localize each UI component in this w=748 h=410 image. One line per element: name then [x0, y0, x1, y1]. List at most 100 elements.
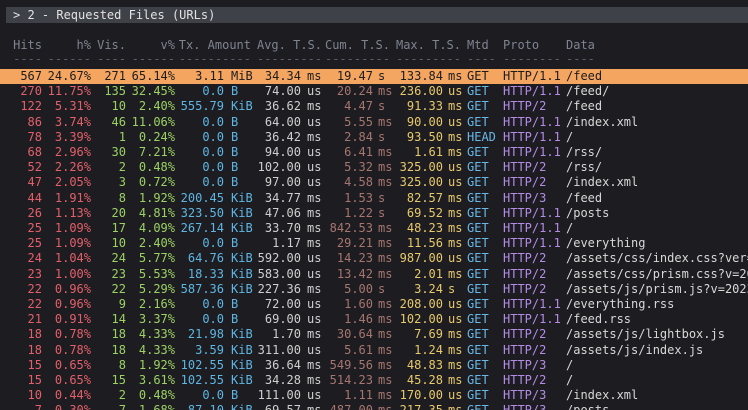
table-row-selected[interactable]: 567 24.67% 271 65.14% 3.11 MiB 34.34 ms 19.47 s 13…: [0, 69, 748, 84]
cell-mtd: GET: [467, 281, 489, 296]
cell-mtd: GET: [467, 388, 489, 403]
cell-hits: 52: [27, 160, 42, 175]
cell-vpct: 4.09%: [138, 221, 175, 235]
cell-cumu: s: [378, 190, 386, 205]
cell-max: 325.00: [399, 175, 443, 190]
column-header[interactable]: Cum. T.S.: [325, 38, 390, 53]
column-header[interactable]: Vis.: [97, 38, 126, 53]
cell-cum: 1.11: [344, 388, 373, 403]
table-row[interactable]: 22 0.96% 22 5.29% 587.36 KiB 227.36 ms 5.00 s 3.24…: [0, 282, 748, 297]
cell-hpct: 0.65%: [54, 373, 91, 387]
column-header[interactable]: Tx. Amount: [179, 38, 251, 53]
panel-title-bar[interactable]: > 2 - Requested Files (URLs): [6, 7, 748, 23]
cell-cumu: ms: [378, 342, 393, 357]
table-row[interactable]: 24 1.04% 24 5.77% 64.76 KiB 592.00 us 14.23 ms 987…: [0, 251, 748, 266]
cell-data: /assets/css/prism.css?v=20: [566, 266, 748, 281]
cell-max: 11.56: [406, 236, 443, 251]
cell-txu: B: [231, 129, 239, 144]
cell-vpct: 32.45%: [131, 84, 175, 99]
cell-mtd: GET: [467, 266, 489, 281]
cell-max: 102.00: [399, 312, 443, 327]
table-row[interactable]: 86 3.74% 46 11.06% 0.0 B 64.00 us 5.55 ms 90.00 us G…: [0, 115, 748, 130]
cell-cum: 20.24: [336, 84, 373, 99]
table-row[interactable]: 52 2.26% 2 0.48% 0.0 B 102.00 us 5.32 ms 325.00 us G…: [0, 160, 748, 175]
cell-data: /rss/: [566, 160, 603, 175]
cell-data: /feed: [566, 99, 603, 114]
cell-vis: 22: [111, 281, 126, 296]
cell-max: 45.28: [406, 373, 443, 387]
cell-hits: 10: [27, 388, 42, 403]
cell-proto: HTTP/3: [503, 357, 547, 372]
cell-txu: KiB: [231, 342, 253, 357]
cell-proto: HTTP/3: [503, 190, 547, 205]
cell-mtd: GET: [467, 114, 489, 129]
column-header[interactable]: h%: [77, 38, 91, 53]
table-row[interactable]: 7 0.30% 7 1.68% 87.10 KiB 69.57 ms 487.00 ms 217.3…: [0, 403, 748, 410]
table-row[interactable]: 25 1.09% 17 4.09% 267.14 KiB 33.70 ms 842.53 ms 48…: [0, 221, 748, 236]
table-row[interactable]: 26 1.13% 20 4.81% 323.50 KiB 47.06 ms 1.22 s 69.52…: [0, 206, 748, 221]
cell-vpct: 2.16%: [138, 297, 175, 311]
column-header[interactable]: Mtd: [467, 38, 489, 53]
cell-cumu: ms: [378, 251, 393, 266]
table-row[interactable]: 47 2.05% 3 0.72% 0.0 B 97.00 us 4.58 ms 325.00 us GE…: [0, 175, 748, 190]
table-row[interactable]: 68 2.96% 30 7.21% 0.0 B 94.00 us 6.41 ms 1.61 ms GET…: [0, 145, 748, 160]
cell-tx: 267.14: [180, 221, 224, 235]
cell-mtd: HEAD: [467, 129, 496, 144]
table-row[interactable]: 18 0.78% 18 4.33% 3.59 KiB 311.00 us 5.61 ms 1.24 m…: [0, 343, 748, 358]
table-row[interactable]: 25 1.09% 10 2.40% 0.0 B 1.17 ms 29.21 ms 11.56 ms GE…: [0, 236, 748, 251]
column-header[interactable]: Data: [566, 38, 595, 53]
cell-hits: 24: [27, 251, 42, 266]
cell-cumu: ms: [378, 221, 393, 235]
cell-hpct: 0.96%: [54, 281, 91, 296]
column-header[interactable]: v%: [161, 38, 175, 53]
cell-proto: HTTP/1.1: [503, 205, 561, 220]
cell-hits: 22: [27, 297, 42, 311]
cell-vis: 1: [118, 129, 126, 144]
cell-cumu: s: [378, 69, 386, 83]
cell-vis: 46: [111, 114, 126, 129]
column-header[interactable]: Proto: [503, 38, 539, 53]
table-row[interactable]: 21 0.91% 14 3.37% 0.0 B 69.00 us 1.46 ms 102.00 us G…: [0, 312, 748, 327]
cell-cum: 14.23: [336, 251, 373, 266]
column-separator: ----: [566, 52, 595, 66]
cell-max: 325.00: [399, 160, 443, 175]
column-header[interactable]: Max. T.S.: [396, 38, 461, 53]
table-row[interactable]: 18 0.78% 18 4.33% 21.98 KiB 1.70 ms 30.64 ms 7.69 m…: [0, 327, 748, 342]
table-row[interactable]: 122 5.31% 10 2.40% 555.79 KiB 36.62 ms 4.47 s 91.3…: [0, 99, 748, 114]
cell-vpct: 4.33%: [138, 342, 175, 357]
table-row[interactable]: 270 11.75% 135 32.45% 0.0 B 74.00 us 20.24 ms 236.…: [0, 84, 748, 99]
table-row[interactable]: 44 1.91% 8 1.92% 200.45 KiB 34.77 ms 1.53 s 82.57 m…: [0, 191, 748, 206]
cell-proto: HTTP/2: [503, 373, 547, 387]
cell-tx: 18.33: [187, 266, 224, 281]
cell-data: /feed.rss: [566, 312, 632, 327]
cell-avgu: us: [307, 266, 322, 281]
cell-data: /: [566, 357, 574, 372]
cell-data: /everything: [566, 236, 646, 251]
cell-avg: 47.06: [264, 205, 301, 220]
cell-proto: HTTP/2: [503, 342, 547, 357]
cell-cumu: ms: [378, 297, 393, 311]
cell-cum: 29.21: [336, 236, 373, 251]
cell-data: /feed: [566, 69, 603, 83]
cell-vis: 7: [119, 403, 126, 410]
cell-hits: 23: [27, 266, 42, 281]
table-row[interactable]: 22 0.96% 9 2.16% 0.0 B 72.00 us 1.60 ms 208.00 us GE…: [0, 297, 748, 312]
cell-hpct: 0.96%: [54, 297, 91, 311]
cell-avg: 102.00: [257, 160, 301, 175]
table-row[interactable]: 15 0.65% 8 1.92% 102.55 KiB 36.64 ms 549.56 ms 48.…: [0, 358, 748, 373]
cell-proto: HTTP/1.1: [503, 145, 561, 159]
column-header[interactable]: Avg. T.S.: [257, 38, 322, 53]
cell-avgu: ms: [307, 373, 322, 387]
cell-vpct: 11.06%: [131, 114, 175, 129]
cell-max: 1.24: [414, 342, 443, 357]
table-row[interactable]: 78 3.39% 1 0.24% 0.0 B 36.42 ms 2.84 s 93.50 ms HEAD…: [0, 130, 748, 145]
table-row[interactable]: 15 0.65% 15 3.61% 102.55 KiB 34.28 ms 514.23 ms 45…: [0, 373, 748, 388]
cell-hits: 47: [27, 175, 42, 190]
table-row[interactable]: 23 1.00% 23 5.53% 18.33 KiB 583.00 us 13.42 ms 2.0…: [0, 267, 748, 282]
cell-vis: 10: [111, 236, 126, 251]
cell-mtd: GET: [467, 236, 489, 251]
cell-maxu: ms: [448, 205, 463, 220]
table-row[interactable]: 10 0.44% 2 0.48% 0.0 B 111.00 us 1.11 ms 170.00 us G…: [0, 388, 748, 403]
column-separator: ------: [47, 52, 91, 66]
column-header[interactable]: Hits: [13, 38, 42, 53]
